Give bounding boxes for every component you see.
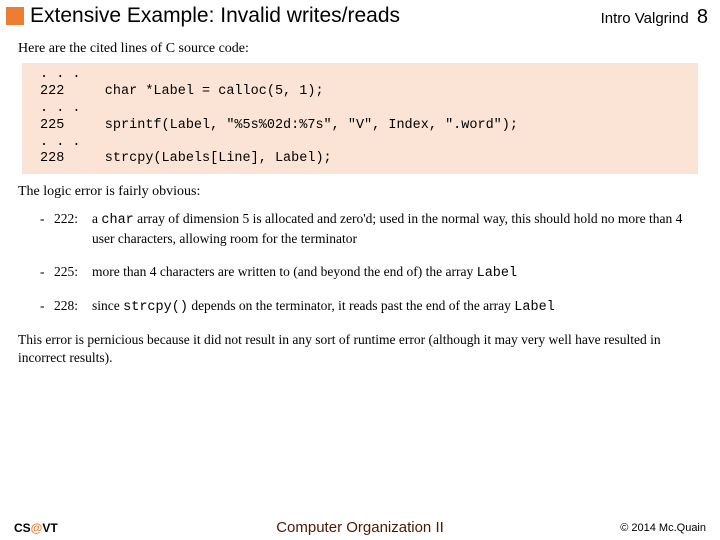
line-ref: 222:	[54, 210, 92, 248]
list-item: - 225: more than 4 characters are writte…	[40, 263, 696, 283]
footer-cs: CS	[14, 521, 31, 535]
bullet-text: since strcpy() depends on the terminator…	[92, 297, 696, 317]
dash-icon: -	[40, 297, 54, 317]
page-number: 8	[697, 6, 708, 28]
closing-paragraph: This error is pernicious because it did …	[18, 331, 698, 366]
slide-header: Extensive Example: Invalid writes/reads …	[0, 0, 720, 35]
bullet-text: more than 4 characters are written to (a…	[92, 263, 696, 283]
list-item: - 228: since strcpy() depends on the ter…	[40, 297, 696, 317]
dash-icon: -	[40, 210, 54, 248]
slide-footer: CS@VT Computer Organization II © 2014 Mc…	[0, 519, 720, 536]
footer-vt: VT	[42, 521, 57, 535]
section-label: Intro Valgrind	[601, 10, 689, 27]
at-icon: @	[31, 521, 43, 535]
footer-copyright: © 2014 Mc.Quain	[556, 522, 706, 534]
text-span: a	[92, 211, 101, 226]
slide-body: Here are the cited lines of C source cod…	[0, 41, 720, 366]
dash-icon: -	[40, 263, 54, 283]
code-span: Label	[514, 300, 555, 315]
bullet-square-icon	[6, 7, 24, 25]
footer-center: Computer Organization II	[164, 519, 556, 536]
code-span: Label	[477, 266, 518, 281]
code-block: . . . 222 char *Label = calloc(5, 1); . …	[22, 63, 698, 174]
header-right: Intro Valgrind 8	[601, 4, 708, 29]
bullet-list: - 222: a char array of dimension 5 is al…	[40, 210, 696, 317]
footer-left: CS@VT	[14, 521, 164, 535]
intro-text: Here are the cited lines of C source cod…	[18, 41, 702, 57]
text-span: since	[92, 298, 123, 313]
code-span: char	[101, 213, 133, 228]
text-span: array of dimension 5 is allocated and ze…	[92, 211, 682, 246]
line-ref: 225:	[54, 263, 92, 283]
text-span: depends on the terminator, it reads past…	[188, 298, 514, 313]
code-span: strcpy()	[123, 300, 188, 315]
bullet-text: a char array of dimension 5 is allocated…	[92, 210, 696, 248]
logic-intro: The logic error is fairly obvious:	[18, 184, 702, 200]
text-span: more than 4 characters are written to (a…	[92, 264, 477, 279]
list-item: - 222: a char array of dimension 5 is al…	[40, 210, 696, 248]
line-ref: 228:	[54, 297, 92, 317]
slide-title: Extensive Example: Invalid writes/reads	[30, 4, 601, 28]
